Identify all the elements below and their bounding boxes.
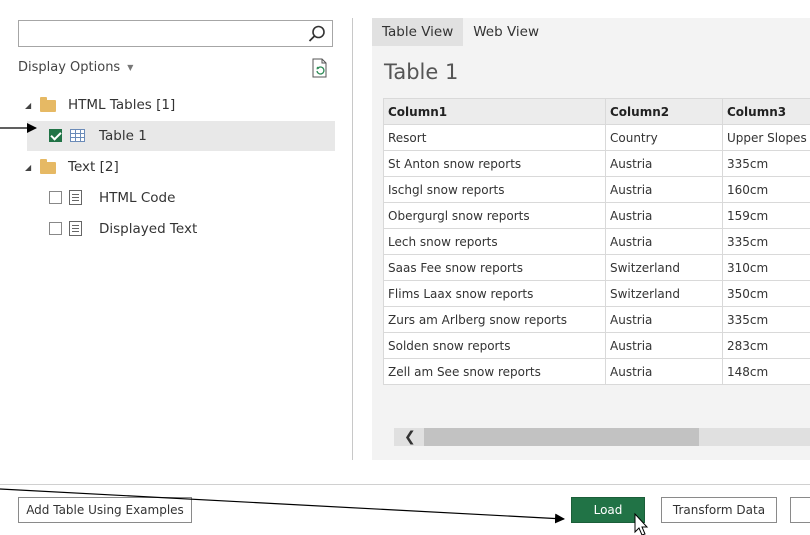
displayed-text-checkbox[interactable] xyxy=(49,222,62,235)
tree-item-html-code[interactable]: HTML Code xyxy=(0,183,335,213)
load-button[interactable]: Load xyxy=(571,497,645,523)
folder-icon xyxy=(40,159,56,174)
tree-label: Table 1 xyxy=(99,128,147,144)
table-cell: St Anton snow reports xyxy=(383,150,606,177)
text-document-icon xyxy=(69,221,82,236)
table-cell: Austria xyxy=(605,306,723,333)
header-row: Column1 Column2 Column3 xyxy=(383,98,810,125)
expand-arrow-icon[interactable]: ◢ xyxy=(25,163,31,172)
table-cell: Flims Laax snow reports xyxy=(383,280,606,307)
table-cell: 283cm xyxy=(722,332,810,359)
cancel-button[interactable] xyxy=(790,497,810,523)
expand-arrow-icon[interactable]: ◢ xyxy=(25,101,31,110)
preview-grid[interactable]: Column1 Column2 Column3 Resort Country U… xyxy=(383,98,810,385)
scroll-left-icon[interactable]: ❮ xyxy=(404,428,416,446)
horizontal-scrollbar[interactable]: ❮ xyxy=(394,428,810,446)
table-cell: Switzerland xyxy=(605,280,723,307)
tree-label: HTML Tables [1] xyxy=(68,97,176,113)
table-cell: Austria xyxy=(605,176,723,203)
table-cell: Obergurgl snow reports xyxy=(383,202,606,229)
view-tabs: Table View Web View xyxy=(372,18,549,46)
table-cell: 160cm xyxy=(722,176,810,203)
table-cell: Austria xyxy=(605,228,723,255)
table-row: Obergurgl snow reports Austria 159cm xyxy=(383,202,810,229)
search-input[interactable] xyxy=(18,20,333,47)
table-icon xyxy=(70,129,85,142)
table-row: Resort Country Upper Slopes xyxy=(383,124,810,151)
html-code-checkbox[interactable] xyxy=(49,191,62,204)
table-row: Zell am See snow reports Austria 148cm xyxy=(383,358,810,385)
refresh-icon[interactable] xyxy=(311,58,329,78)
tree-label: HTML Code xyxy=(99,190,176,206)
table-row: Solden snow reports Austria 283cm xyxy=(383,332,810,359)
table-cell: Switzerland xyxy=(605,254,723,281)
tree-item-displayed-text[interactable]: Displayed Text xyxy=(0,214,335,244)
table-cell: 159cm xyxy=(722,202,810,229)
tree-folder-text[interactable]: ◢ Text [2] xyxy=(0,152,335,182)
column-header[interactable]: Column1 xyxy=(383,98,606,125)
tree-item-table-1[interactable]: Table 1 xyxy=(27,121,335,151)
table-row: Ischgl snow reports Austria 160cm xyxy=(383,176,810,203)
table-cell: Austria xyxy=(605,358,723,385)
table-cell: Zurs am Arlberg snow reports xyxy=(383,306,606,333)
display-options-label: Display Options xyxy=(18,60,121,75)
table-row: Flims Laax snow reports Switzerland 350c… xyxy=(383,280,810,307)
tree-label: Displayed Text xyxy=(99,221,198,237)
table-cell: Austria xyxy=(605,202,723,229)
preview-panel: Table View Web View Table 1 Column1 Colu… xyxy=(372,18,810,460)
table-cell: Lech snow reports xyxy=(383,228,606,255)
preview-title: Table 1 xyxy=(384,60,459,84)
table-cell: 335cm xyxy=(722,306,810,333)
panel-divider xyxy=(352,18,353,460)
tab-web-view[interactable]: Web View xyxy=(463,18,549,46)
search-icon[interactable] xyxy=(307,24,327,44)
table-cell: Resort xyxy=(383,124,606,151)
table-cell: Solden snow reports xyxy=(383,332,606,359)
data-table: Column1 Column2 Column3 Resort Country U… xyxy=(383,98,810,385)
table-cell: 335cm xyxy=(722,228,810,255)
table-cell: Upper Slopes xyxy=(722,124,810,151)
table-row: Zurs am Arlberg snow reports Austria 335… xyxy=(383,306,810,333)
folder-icon xyxy=(40,97,56,112)
table-cell: Country xyxy=(605,124,723,151)
table-cell: Zell am See snow reports xyxy=(383,358,606,385)
table-cell: 148cm xyxy=(722,358,810,385)
table-cell: Austria xyxy=(605,150,723,177)
table-cell: 335cm xyxy=(722,150,810,177)
scrollbar-thumb[interactable] xyxy=(424,428,699,446)
table-cell: Ischgl snow reports xyxy=(383,176,606,203)
table-1-checkbox[interactable] xyxy=(49,129,62,142)
table-cell: 350cm xyxy=(722,280,810,307)
column-header[interactable]: Column2 xyxy=(605,98,723,125)
table-cell: 310cm xyxy=(722,254,810,281)
transform-data-button[interactable]: Transform Data xyxy=(661,497,777,523)
chevron-down-icon: ▼ xyxy=(127,63,134,72)
table-cell: Austria xyxy=(605,332,723,359)
tab-table-view[interactable]: Table View xyxy=(372,18,464,46)
table-row: St Anton snow reports Austria 335cm xyxy=(383,150,810,177)
tree-label: Text [2] xyxy=(68,159,119,175)
tree-folder-html-tables[interactable]: ◢ HTML Tables [1] xyxy=(0,90,335,120)
column-header[interactable]: Column3 xyxy=(722,98,810,125)
add-table-using-examples-button[interactable]: Add Table Using Examples xyxy=(18,497,192,523)
display-options-dropdown[interactable]: Display Options ▼ xyxy=(18,60,133,75)
text-document-icon xyxy=(69,190,82,205)
footer-divider xyxy=(0,484,810,485)
table-cell: Saas Fee snow reports xyxy=(383,254,606,281)
table-row: Saas Fee snow reports Switzerland 310cm xyxy=(383,254,810,281)
table-row: Lech snow reports Austria 335cm xyxy=(383,228,810,255)
